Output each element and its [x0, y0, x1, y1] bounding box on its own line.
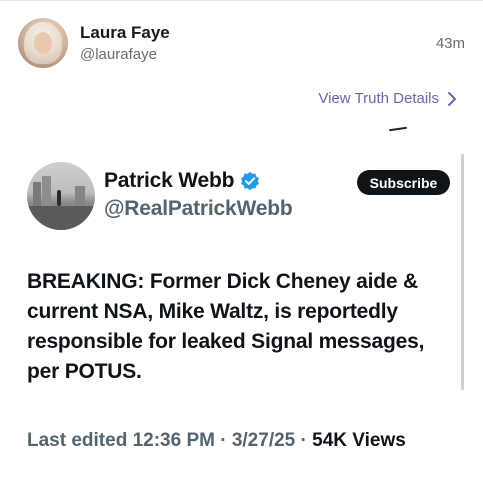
- post-timestamp[interactable]: 43m: [436, 35, 465, 52]
- embed-author-handle: @RealPatrickWebb: [104, 197, 293, 220]
- embedded-post-image[interactable]: Patrick Webb @RealPatrickWebb Subscribe …: [0, 140, 483, 500]
- embed-author-name: Patrick Webb: [104, 169, 235, 192]
- embed-name-row: Patrick Webb: [104, 169, 260, 193]
- post-author[interactable]: Laura Faye @laurafaye: [18, 18, 170, 68]
- chevron-right-icon: [448, 91, 456, 106]
- view-truth-details-link[interactable]: View Truth Details: [318, 90, 457, 107]
- embed-post-meta: Last edited 12:36 PM · 3/27/25 · 54K Vie…: [27, 428, 447, 454]
- avatar-building: [42, 176, 51, 206]
- avatar[interactable]: [18, 18, 68, 68]
- scrollbar: [461, 154, 464, 390]
- avatar-building: [75, 186, 85, 206]
- embed-post-text: BREAKING: Former Dick Cheney aide & curr…: [27, 270, 425, 383]
- author-name[interactable]: Laura Faye: [80, 22, 170, 43]
- edited-timestamp: Last edited 12:36 PM · 3/27/25 ·: [27, 430, 307, 451]
- subscribe-button: Subscribe: [357, 170, 450, 195]
- view-truth-details-label: View Truth Details: [318, 90, 439, 107]
- embed-avatar: [27, 162, 95, 230]
- avatar-beach: [27, 206, 95, 230]
- author-names: Laura Faye @laurafaye: [80, 22, 170, 65]
- views-count: 54K: [312, 430, 347, 451]
- views-label: Views: [352, 430, 406, 451]
- avatar-person: [57, 190, 61, 206]
- image-edge-mark: [388, 126, 408, 132]
- avatar-face: [34, 32, 52, 54]
- top-divider: [0, 0, 483, 1]
- author-handle[interactable]: @laurafaye: [80, 45, 170, 65]
- avatar-building: [33, 182, 41, 206]
- verified-badge-icon: [241, 171, 260, 191]
